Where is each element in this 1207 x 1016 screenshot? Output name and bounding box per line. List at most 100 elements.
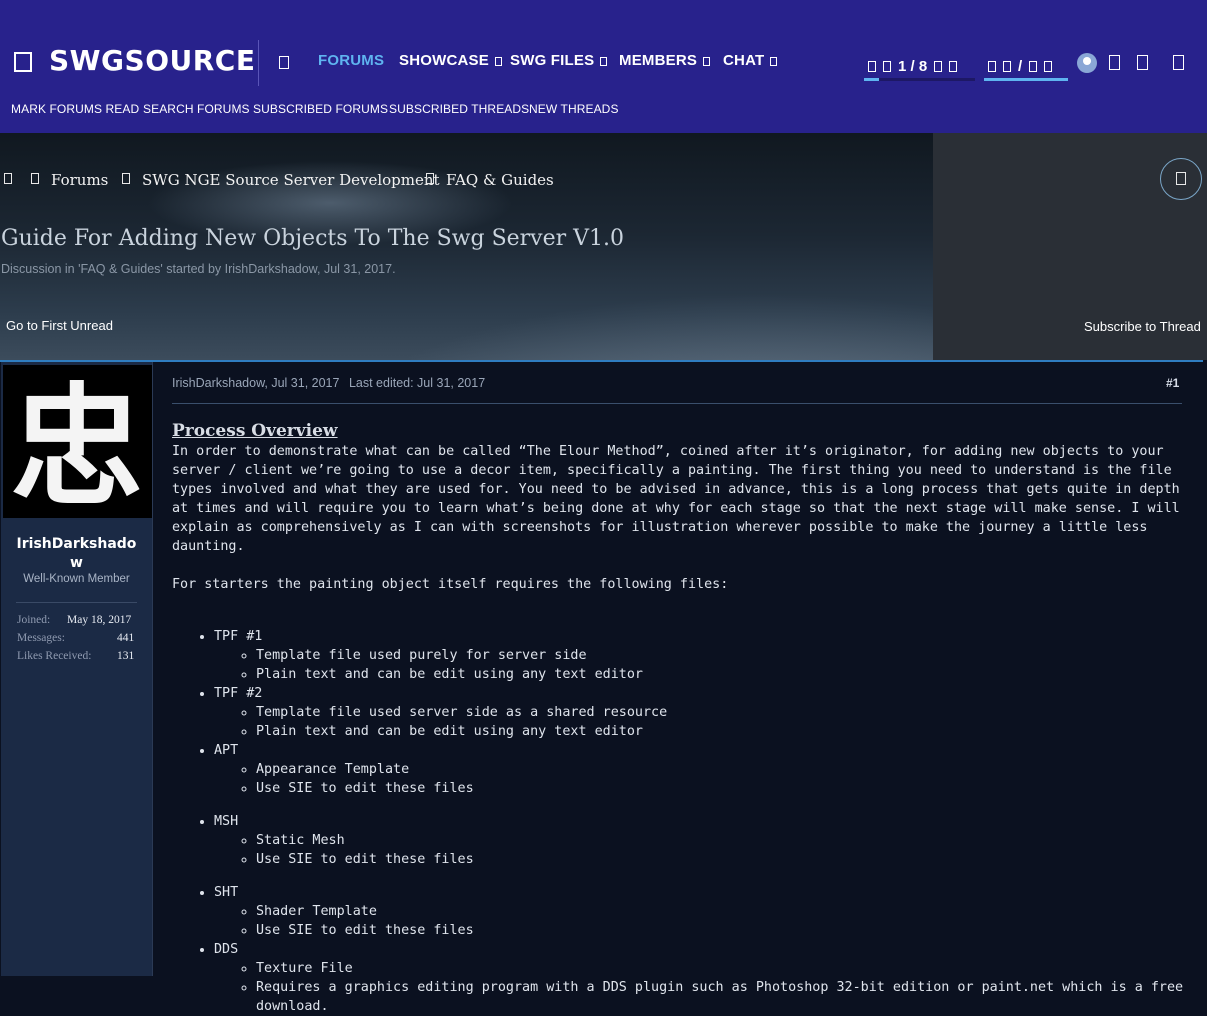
list-item: Texture File xyxy=(256,959,1197,978)
list-item: Template file used server side as a shar… xyxy=(256,703,1197,722)
list-item: MSH Static Mesh Use SIE to edit these fi… xyxy=(214,812,1197,883)
chevron-down-icon xyxy=(600,57,608,66)
post-meta-divider xyxy=(172,403,1182,404)
list-item: SHT Shader Template Use SIE to edit thes… xyxy=(214,883,1197,940)
nav-showcase-label: SHOWCASE xyxy=(399,52,489,69)
file-type-name: TPF #2 xyxy=(214,686,263,701)
stat-joined-label: Joined: xyxy=(17,614,51,626)
stat-joined-value: May 18, 2017 xyxy=(67,614,132,626)
home-icon[interactable] xyxy=(4,173,12,184)
nav-chat[interactable]: CHAT xyxy=(723,52,778,69)
folder-icon xyxy=(122,173,130,184)
list-item: TPF #2 Template file used server side as… xyxy=(214,684,1197,741)
subnav-subscribed-threads[interactable]: SUBSCRIBED THREADS xyxy=(389,102,529,116)
subnav-new-threads[interactable]: NEW THREADS xyxy=(529,102,619,116)
chevron-down-icon xyxy=(494,57,502,66)
chevron-icon xyxy=(1044,60,1053,72)
nav-showcase[interactable]: SHOWCASE xyxy=(399,52,502,69)
alerts-count: 1 / 8 xyxy=(898,57,928,75)
breadcrumb-faq-guides[interactable]: FAQ & Guides xyxy=(446,171,554,189)
search-icon[interactable] xyxy=(1173,55,1184,70)
list-item: Static Mesh xyxy=(256,831,1197,850)
list-item: Template file used purely for server sid… xyxy=(256,646,1197,665)
alerts-progress-fill xyxy=(864,78,879,81)
post-author-date[interactable]: IrishDarkshadow, Jul 31, 2017 xyxy=(172,376,339,390)
post-starters: For starters the painting object itself … xyxy=(172,577,729,592)
user-avatar-icon[interactable] xyxy=(1077,53,1097,73)
post-intro: In order to demonstrate what can be call… xyxy=(172,444,1180,554)
username-line1: IrishDarkshado xyxy=(16,536,137,552)
nav-members[interactable]: MEMBERS xyxy=(619,52,711,69)
list-item: Appearance Template xyxy=(256,760,1197,779)
bell-icon xyxy=(868,60,876,72)
nav-swg-files-label: SWG FILES xyxy=(510,52,595,69)
nav-forums-label: FORUMS xyxy=(318,52,385,69)
post-meta: IrishDarkshadow, Jul 31, 2017 Last edite… xyxy=(172,376,491,390)
nav-divider xyxy=(258,40,259,86)
unread-icon xyxy=(1003,60,1011,72)
alerts-counter[interactable]: 1 / 8 xyxy=(868,52,958,80)
inbox-icon xyxy=(883,60,891,72)
alerts-progress xyxy=(864,78,975,81)
bookmark-icon[interactable] xyxy=(1109,55,1120,70)
envelope-icon xyxy=(988,60,996,72)
list-item: Plain text and can be edit using any tex… xyxy=(256,665,1197,684)
mail-icon xyxy=(934,60,943,72)
list-item: Plain text and can be edit using any tex… xyxy=(256,722,1197,741)
list-item: Use SIE to edit these files xyxy=(256,850,1197,869)
list-item: Use SIE to edit these files xyxy=(256,779,1197,798)
nav-chat-label: CHAT xyxy=(723,52,765,69)
list-item: Requires a graphics editing program with… xyxy=(256,978,1197,1016)
avatar-image: 忠 xyxy=(3,365,152,518)
avatar[interactable]: 忠 xyxy=(3,365,152,518)
chevron-down-icon xyxy=(770,57,778,66)
conversations-progress xyxy=(984,78,1068,81)
subnav-subscribed-forums[interactable]: SUBSCRIBED FORUMS xyxy=(253,102,388,116)
chevron-down-icon xyxy=(703,57,711,66)
nav-swg-files[interactable]: SWG FILES xyxy=(510,52,608,69)
username-line2: w xyxy=(70,555,83,571)
file-type-list: TPF #1 Template file used purely for ser… xyxy=(172,627,1197,1016)
breadcrumb-forums[interactable]: Forums xyxy=(51,171,108,189)
folder-icon xyxy=(426,173,434,184)
menu-icon[interactable] xyxy=(14,52,32,72)
tools-icon xyxy=(1176,172,1186,185)
file-type-name: SHT xyxy=(214,885,239,900)
conversations-counter[interactable]: / xyxy=(988,52,1053,80)
go-to-first-unread-link[interactable]: Go to First Unread xyxy=(6,318,113,333)
nav-members-label: MEMBERS xyxy=(619,52,698,69)
file-type-name: TPF #1 xyxy=(214,629,263,644)
file-type-name: MSH xyxy=(214,814,239,829)
nav-forums[interactable]: FORUMS xyxy=(318,52,384,69)
avatar-glyph: 忠 xyxy=(11,370,143,518)
thread-tools-button[interactable] xyxy=(1160,158,1202,200)
site-logo[interactable]: SWGSOURCE xyxy=(49,44,255,77)
breadcrumb-swg-nge[interactable]: SWG NGE Source Server Development xyxy=(142,171,440,189)
home-icon[interactable] xyxy=(279,56,289,69)
user-divider xyxy=(16,602,137,603)
stat-messages-value[interactable]: 441 xyxy=(117,632,134,644)
message-icon xyxy=(1029,60,1038,72)
subnav-search-forums[interactable]: SEARCH FORUMS xyxy=(143,102,250,116)
file-type-name: APT xyxy=(214,743,239,758)
folder-icon xyxy=(31,173,39,184)
stat-messages-label: Messages: xyxy=(17,632,65,644)
stat-likes-value: 131 xyxy=(117,650,135,662)
subscribe-thread-link[interactable]: Subscribe to Thread xyxy=(1084,319,1201,334)
chevron-icon xyxy=(949,60,958,72)
post-edited: Last edited: Jul 31, 2017 xyxy=(348,376,486,390)
stat-likes-label: Likes Received: xyxy=(17,650,92,662)
file-type-name: DDS xyxy=(214,942,239,957)
post-permalink[interactable]: #1 xyxy=(1166,376,1179,390)
post-body: Process Overview In order to demonstrate… xyxy=(172,420,1197,1016)
list-item: Shader Template xyxy=(256,902,1197,921)
page-title: Guide For Adding New Objects To The Swg … xyxy=(1,226,625,251)
subnav-mark-forums-read[interactable]: MARK FORUMS READ xyxy=(11,102,139,116)
list-item: Use SIE to edit these files xyxy=(256,921,1197,940)
user-title: Well-Known Member xyxy=(23,573,130,585)
notifications-icon[interactable] xyxy=(1137,55,1148,70)
list-item: APT Appearance Template Use SIE to edit … xyxy=(214,741,1197,812)
post-heading: Process Overview xyxy=(172,421,338,441)
thread-description: Discussion in 'FAQ & Guides' started by … xyxy=(1,262,396,276)
username[interactable]: IrishDarkshado w xyxy=(2,535,151,573)
